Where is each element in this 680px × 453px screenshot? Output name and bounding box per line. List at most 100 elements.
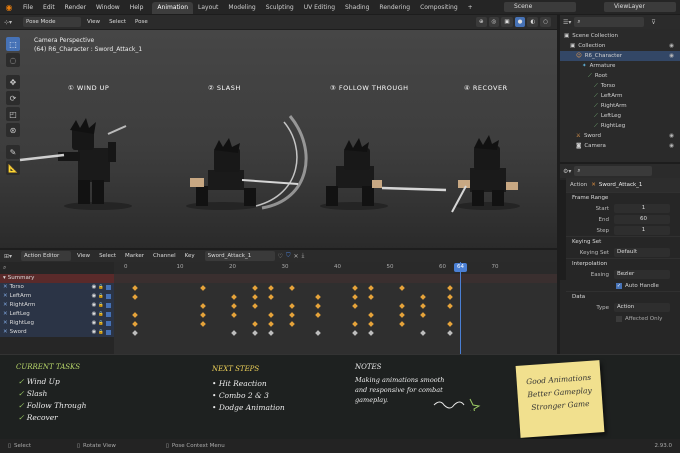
tab-animation[interactable]: Animation (152, 2, 193, 14)
3d-viewport[interactable]: ⬚ ◌ ✥ ⟳ ◰ ⊛ ✎ 📐 Camera Perspective (64) … (0, 30, 557, 248)
channel-row[interactable]: ✕ Sword ◉ 🔒 (0, 328, 114, 337)
visibility-eye-icon[interactable]: ◉ (92, 310, 97, 319)
interpolation-header[interactable]: Interpolation (566, 258, 680, 269)
keyframe[interactable] (367, 330, 374, 336)
outliner-row[interactable]: ⟋ RightLeg (560, 121, 680, 131)
fake-user-icon[interactable]: ⛉ (286, 252, 291, 260)
editor-mode-selector[interactable]: Action Editor (21, 251, 71, 261)
keyframe[interactable] (252, 303, 259, 309)
xray-toggle-icon[interactable]: ▣ (501, 17, 513, 27)
visibility-eye-icon[interactable]: ◉ (92, 328, 97, 337)
keyframe[interactable] (268, 312, 274, 318)
visibility-eye-icon[interactable]: ◉ (92, 319, 97, 328)
keyframe[interactable] (420, 330, 427, 336)
outliner-row[interactable]: ✦ Armature (560, 61, 680, 71)
menu-edit[interactable]: Edit (38, 4, 60, 11)
visibility-eye-icon[interactable]: ◉ (669, 51, 680, 61)
outliner-row[interactable]: ⟋ LeftArm (560, 91, 680, 101)
shading-solid-icon[interactable]: ● (514, 17, 526, 27)
view-layer-field[interactable]: ViewLayer (604, 2, 676, 12)
keyframe[interactable] (352, 330, 358, 336)
start-field[interactable]: 1 (614, 204, 670, 213)
data-header[interactable]: Data (566, 291, 680, 302)
keyframe[interactable] (352, 294, 358, 300)
keying-set-field[interactable]: Default (614, 248, 670, 257)
mute-checkbox[interactable] (106, 294, 111, 299)
keyframe[interactable] (131, 312, 138, 318)
mute-checkbox[interactable] (106, 303, 111, 308)
keyframe[interactable] (131, 330, 138, 336)
blender-logo-icon[interactable]: ◉ (0, 3, 18, 12)
keyframe[interactable] (131, 321, 138, 327)
keyframe[interactable] (367, 312, 374, 318)
type-field[interactable]: Action (614, 303, 670, 312)
keyframe[interactable] (131, 294, 138, 300)
keyframe[interactable] (231, 312, 238, 318)
visibility-eye-icon[interactable]: ◉ (92, 301, 97, 310)
keyframe[interactable] (268, 294, 274, 300)
keyframe[interactable] (399, 312, 406, 318)
keyframe[interactable] (352, 303, 358, 309)
mute-checkbox[interactable] (106, 285, 111, 290)
step-field[interactable]: 1 (614, 226, 670, 235)
unlink-icon[interactable]: ✕ (294, 253, 299, 260)
properties-editor-icon[interactable]: ⚙▾ (563, 168, 571, 175)
viewport-menu-select[interactable]: Select (106, 19, 129, 25)
visibility-eye-icon[interactable]: ◉ (92, 283, 97, 292)
viewport-menu-pose[interactable]: Pose (132, 19, 151, 25)
keyframe[interactable] (252, 294, 259, 300)
outliner-row[interactable]: ▣ Scene Collection (560, 31, 680, 41)
keyframe[interactable] (446, 294, 453, 300)
gizmo-toggle-icon[interactable]: ⊕ (475, 17, 487, 27)
keyframe[interactable] (315, 294, 322, 300)
channel-row[interactable]: ✕ Torso ◉ 🔒 (0, 283, 114, 292)
ds-menu-view[interactable]: View (74, 253, 93, 259)
keyframe[interactable] (199, 312, 206, 318)
visibility-eye-icon[interactable]: ◉ (669, 141, 680, 151)
shading-material-icon[interactable]: ◐ (527, 17, 539, 27)
outliner-row[interactable]: ☺ R6_Character ◉ (560, 51, 680, 61)
mute-checkbox[interactable] (106, 321, 111, 326)
mute-checkbox[interactable] (106, 330, 111, 335)
ds-menu-marker[interactable]: Marker (122, 253, 147, 259)
tab-sculpting[interactable]: Sculpting (261, 2, 299, 14)
keyframe[interactable] (289, 312, 295, 318)
outliner-row[interactable]: ▣ Collection ◉ (560, 41, 680, 51)
keyframe[interactable] (367, 285, 374, 291)
outliner-row[interactable]: ⟋ RightArm (560, 101, 680, 111)
keyframe[interactable] (231, 303, 238, 309)
keyframe[interactable] (315, 330, 322, 336)
action-name-field[interactable]: Sword_Attack_1 (599, 182, 643, 188)
current-frame-indicator[interactable]: 64 (454, 263, 467, 272)
channel-search-icon[interactable]: ⌕ (0, 262, 114, 274)
properties-tabs[interactable] (560, 180, 566, 280)
keyframe[interactable] (446, 303, 453, 309)
keyframe[interactable] (252, 321, 259, 327)
keyframe[interactable] (231, 294, 238, 300)
tab-layout[interactable]: Layout (193, 2, 223, 14)
keyframe[interactable] (268, 330, 274, 336)
lock-icon[interactable]: 🔒 (98, 292, 104, 301)
tab-shading[interactable]: Shading (340, 2, 374, 14)
affected-only-checkbox[interactable] (616, 315, 622, 322)
keyframe[interactable] (420, 312, 427, 318)
keyframe[interactable] (268, 285, 274, 291)
outliner-row[interactable]: ⚔ Sword ◉ (560, 131, 680, 141)
keyframe[interactable] (446, 285, 453, 291)
scene-selector[interactable]: Scene (504, 2, 576, 12)
keyframe[interactable] (289, 321, 295, 327)
channel-row[interactable]: ✕ LeftArm ◉ 🔒 (0, 292, 114, 301)
keyframe[interactable] (199, 321, 206, 327)
timeline-area[interactable]: 0 10 20 30 40 50 60 70 64 (114, 262, 557, 354)
keyframe[interactable] (367, 294, 374, 300)
channel-row[interactable]: ✕ LeftLeg ◉ 🔒 (0, 310, 114, 319)
ds-menu-key[interactable]: Key (182, 253, 198, 259)
keyframe[interactable] (420, 294, 427, 300)
tab-uv-editing[interactable]: UV Editing (299, 2, 340, 14)
push-down-icon[interactable]: ⤓ (302, 252, 305, 260)
action-selector[interactable]: Sword_Attack_1 (204, 251, 275, 261)
expand-icon[interactable]: ▾ (3, 274, 6, 283)
shading-render-icon[interactable]: ○ (540, 17, 551, 27)
end-field[interactable]: 60 (614, 215, 670, 224)
keyframe[interactable] (252, 285, 259, 291)
